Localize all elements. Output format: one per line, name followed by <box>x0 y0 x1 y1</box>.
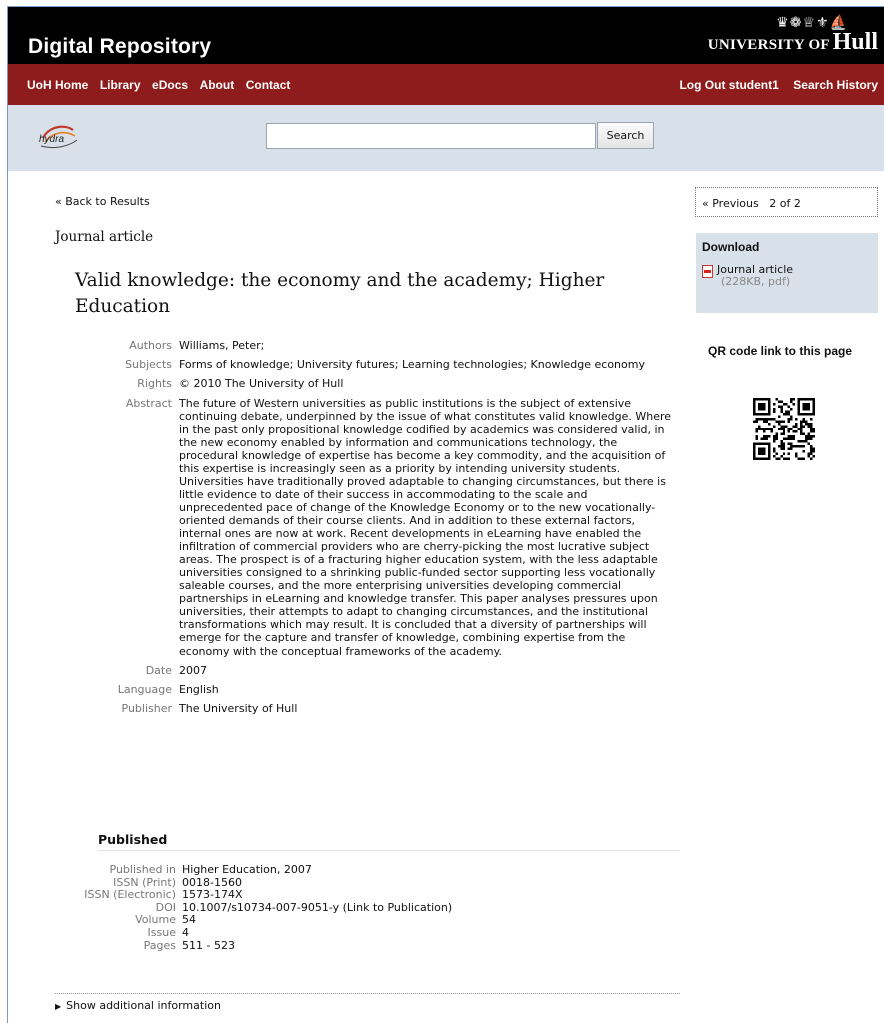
top-banner: Digital Repository ♛❁♕⚜⛵ UNIVERSITY OF H… <box>8 7 884 64</box>
rights-row: Rights © 2010 The University of Hull <box>75 377 685 390</box>
nav-about[interactable]: About <box>200 78 235 92</box>
previous-link[interactable]: « Previous <box>702 197 759 210</box>
language-value: English <box>179 682 219 696</box>
field-label: Publisher <box>121 701 173 715</box>
publisher-value: The University of Hull <box>179 701 298 715</box>
search-band: hydra Search <box>8 105 884 171</box>
pdf-icon <box>702 265 713 278</box>
published-in-value: Higher Education, 2007 <box>182 863 312 876</box>
published-details: Published in Higher Education, 2007 ISSN… <box>68 863 668 953</box>
volume-value: 54 <box>182 913 196 927</box>
field-label: Authors <box>129 339 172 352</box>
result-pager: « Previous 2 of 2 <box>695 187 878 217</box>
logout-link[interactable]: Log Out student1 <box>679 78 778 92</box>
university-name: Hull <box>832 29 878 55</box>
authors-row: Authors Williams, Peter; <box>75 339 685 352</box>
language-row: Language English <box>75 683 685 696</box>
field-label: Date <box>145 663 172 677</box>
date-row: Date 2007 <box>75 664 685 677</box>
search-input[interactable] <box>266 123 596 149</box>
qr-code-icon[interactable] <box>753 398 815 460</box>
document-type: Journal article <box>55 229 154 245</box>
published-heading: Published <box>98 832 168 847</box>
search-button[interactable]: Search <box>597 122 654 149</box>
publisher-row: Publisher The University of Hull <box>75 702 685 715</box>
university-prefix: UNIVERSITY OF <box>707 37 830 53</box>
search-history-link[interactable]: Search History <box>793 78 878 92</box>
result-position: 2 of 2 <box>769 197 801 210</box>
show-additional-info-toggle[interactable]: ▶ Show additional information <box>55 999 221 1012</box>
hydra-logo-icon[interactable]: hydra <box>35 124 81 152</box>
divider <box>98 850 680 851</box>
abstract-row: Abstract The future of Western universit… <box>75 397 685 658</box>
issue-value: 4 <box>182 925 189 939</box>
rights-value: © 2010 The University of Hull <box>179 377 344 391</box>
download-heading: Download <box>702 240 760 254</box>
qr-code-title: QR code link to this page <box>708 344 853 358</box>
nav-contact[interactable]: Contact <box>246 78 291 92</box>
subjects-row: Subjects Forms of knowledge; University … <box>75 358 685 371</box>
authors-value: Williams, Peter; <box>179 339 265 352</box>
download-box: Download Journal article (228KB, pdf) <box>696 233 878 313</box>
metadata-list: Authors Williams, Peter; Subjects Forms … <box>75 339 685 721</box>
nav-edocs[interactable]: eDocs <box>152 78 188 92</box>
date-value: 2007 <box>179 663 207 677</box>
field-label: Language <box>117 682 172 696</box>
pages-value: 511 - 523 <box>182 938 235 952</box>
subjects-value: Forms of knowledge; University futures; … <box>179 358 645 372</box>
abstract-value: The future of Western universities as pu… <box>179 396 672 658</box>
nav-library[interactable]: Library <box>100 78 141 92</box>
divider <box>55 993 680 994</box>
hydra-logo-text: hydra <box>39 134 65 145</box>
show-additional-info-label: Show additional information <box>66 999 221 1012</box>
nav-uoh-home[interactable]: UoH Home <box>27 78 88 92</box>
doi-link[interactable]: 10.1007/s10734-007-9051-y (Link to Publi… <box>182 901 668 915</box>
field-label: Pages <box>143 938 176 952</box>
field-label: Abstract <box>125 396 172 410</box>
back-to-results-link[interactable]: « Back to Results <box>55 195 150 208</box>
published-in-row: Published in Higher Education, 2007 <box>68 863 668 877</box>
field-label: Issue <box>147 925 176 939</box>
triangle-right-icon: ▶ <box>55 1002 62 1011</box>
download-meta: (228KB, pdf) <box>721 275 791 288</box>
main-nav: UoH Home Library eDocs About Contact Log… <box>8 64 884 105</box>
field-label: Rights <box>137 377 172 391</box>
field-label: ISSN (Electronic) <box>84 888 176 902</box>
issn-print-value: 0018-1560 <box>182 875 242 889</box>
university-logo[interactable]: ♛❁♕⚜⛵ UNIVERSITY OF Hull <box>708 15 878 57</box>
field-label: Subjects <box>125 358 172 372</box>
download-item[interactable]: Journal article (228KB, pdf) <box>702 264 872 288</box>
issue-row: Issue 4 <box>68 925 668 940</box>
issn-electronic-value: 1573-174X <box>182 888 243 902</box>
pages-row: Pages 511 - 523 <box>68 938 668 953</box>
page-frame: Digital Repository ♛❁♕⚜⛵ UNIVERSITY OF H… <box>7 6 884 1023</box>
field-label: Published in <box>109 863 176 876</box>
page-title: Valid knowledge: the economy and the aca… <box>75 270 605 317</box>
site-title[interactable]: Digital Repository <box>28 35 211 59</box>
issn-electronic-row: ISSN (Electronic) 1573-174X <box>68 889 668 902</box>
